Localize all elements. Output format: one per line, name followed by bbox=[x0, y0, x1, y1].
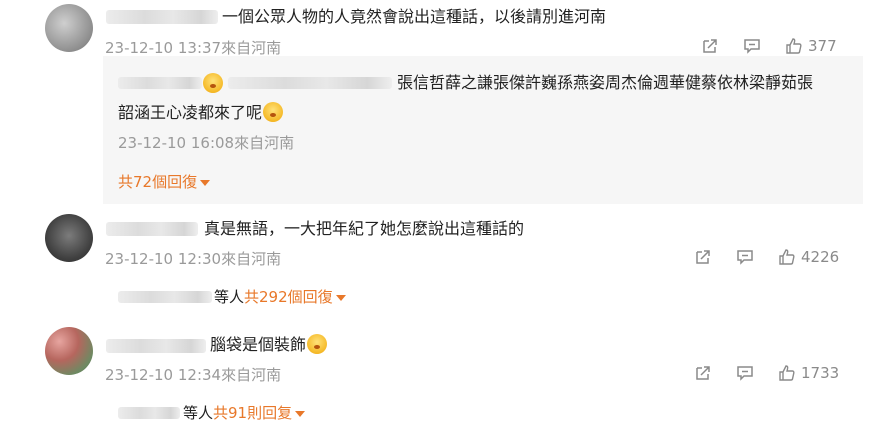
reply-time: 23-12-10 16:08來自河南 bbox=[118, 134, 295, 152]
reply-text-line: 韶涵王心凌都來了呢 bbox=[118, 103, 263, 122]
emoji-icon bbox=[203, 73, 223, 93]
emoji-icon bbox=[307, 334, 328, 354]
view-replies-label: 共72個回復 bbox=[118, 173, 198, 191]
like-count: 377 bbox=[808, 37, 837, 55]
reply-username-blurred[interactable] bbox=[118, 77, 202, 89]
view-replies-link[interactable]: 等人共91則回复 bbox=[183, 403, 306, 423]
comment-icon[interactable] bbox=[742, 36, 762, 56]
username-blurred[interactable] bbox=[106, 339, 206, 353]
like-icon[interactable] bbox=[784, 36, 804, 56]
comment-text: 真是無語，一大把年紀了她怎麼說出這種話的 bbox=[204, 219, 525, 238]
comment-icon[interactable] bbox=[735, 247, 755, 267]
like-count: 4226 bbox=[801, 248, 840, 266]
chevron-down-icon bbox=[295, 410, 306, 417]
emoji-icon bbox=[263, 102, 284, 122]
comment-time: 23-12-10 13:37來自河南 bbox=[105, 39, 282, 57]
comment-time: 23-12-10 12:34來自河南 bbox=[105, 366, 282, 384]
share-icon[interactable] bbox=[693, 247, 713, 267]
share-icon[interactable] bbox=[693, 363, 713, 383]
chevron-down-icon bbox=[335, 294, 346, 301]
like-icon[interactable] bbox=[777, 247, 797, 267]
like-count: 1733 bbox=[801, 364, 840, 382]
avatar[interactable] bbox=[45, 214, 93, 262]
username-blurred[interactable] bbox=[106, 222, 198, 236]
comment-text: 一個公眾人物的人竟然會說出這種話，以後請別進河南 bbox=[222, 7, 607, 26]
view-replies-link[interactable]: 共72個回復 bbox=[118, 172, 211, 192]
view-replies-label: 共91則回复 bbox=[213, 404, 293, 422]
reply-username-blurred[interactable] bbox=[228, 77, 392, 89]
username-blurred[interactable] bbox=[106, 10, 218, 24]
like-icon[interactable] bbox=[777, 363, 797, 383]
reply-users-blurred[interactable] bbox=[118, 407, 180, 419]
reply-text-line: 張信哲薛之謙張傑許巍孫燕姿周杰倫週華健蔡依林梁靜茹張 bbox=[397, 73, 814, 92]
comment-text: 腦袋是個裝飾 bbox=[210, 335, 307, 354]
reply-users-suffix: 等人 bbox=[214, 288, 245, 306]
chevron-down-icon bbox=[200, 179, 211, 186]
comment-icon[interactable] bbox=[735, 363, 755, 383]
view-replies-label: 共292個回復 bbox=[244, 288, 333, 306]
comment-time: 23-12-10 12:30來自河南 bbox=[105, 250, 282, 268]
reply-users-suffix: 等人 bbox=[183, 404, 214, 422]
view-replies-link[interactable]: 等人共292個回復 bbox=[214, 287, 346, 307]
avatar[interactable] bbox=[45, 4, 93, 52]
avatar[interactable] bbox=[45, 327, 93, 375]
share-icon[interactable] bbox=[700, 36, 720, 56]
reply-users-blurred[interactable] bbox=[118, 291, 212, 303]
